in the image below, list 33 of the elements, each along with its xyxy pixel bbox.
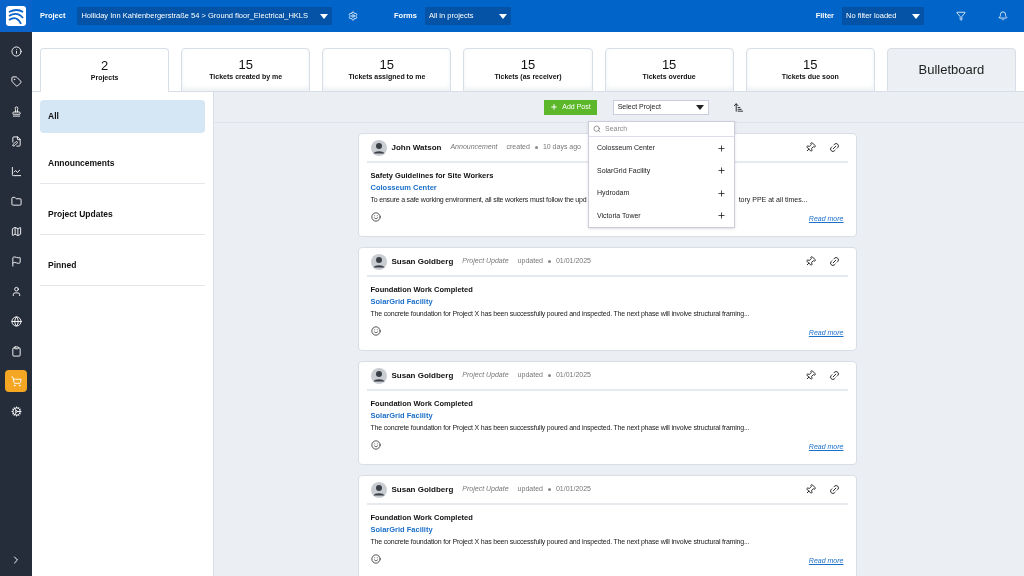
reaction-icon[interactable]	[370, 440, 381, 451]
add-icon[interactable]	[717, 188, 726, 198]
category-item[interactable]: Announcements	[40, 143, 205, 184]
avatar-icon	[370, 481, 387, 498]
avatar-icon	[370, 139, 387, 156]
add-icon[interactable]	[717, 143, 726, 153]
reaction-icon[interactable]	[370, 326, 381, 337]
avatar-icon	[370, 253, 387, 270]
settings-icon[interactable]	[348, 11, 359, 21]
category-item[interactable]: Project Updates	[40, 194, 205, 235]
notification-icon[interactable]	[998, 11, 1008, 21]
avatar-icon	[370, 367, 387, 384]
bulletboard-tab[interactable]: Bulletboard	[886, 48, 1016, 92]
author-name: Susan Goldberg	[391, 255, 454, 268]
app-logo[interactable]	[0, 0, 32, 32]
sort-icon[interactable]	[732, 101, 744, 113]
reaction-icon[interactable]	[370, 212, 381, 223]
cart-icon[interactable]	[5, 370, 27, 392]
add-icon[interactable]	[717, 211, 726, 221]
add-icon[interactable]	[717, 166, 726, 176]
author-name: John Watson	[391, 141, 442, 154]
caret-icon	[498, 13, 507, 19]
author-name: Susan Goldberg	[391, 483, 454, 496]
plus-icon	[550, 103, 559, 111]
category-item[interactable]: All	[40, 100, 205, 133]
reaction-icon[interactable]	[370, 554, 381, 565]
caret-icon	[320, 13, 329, 19]
caret-icon	[912, 13, 920, 19]
search-icon	[593, 125, 601, 133]
author-name: Susan Goldberg	[391, 369, 454, 382]
filter-icon[interactable]	[956, 11, 966, 21]
caret-icon	[695, 104, 704, 110]
category-item[interactable]: Pinned	[40, 245, 205, 286]
